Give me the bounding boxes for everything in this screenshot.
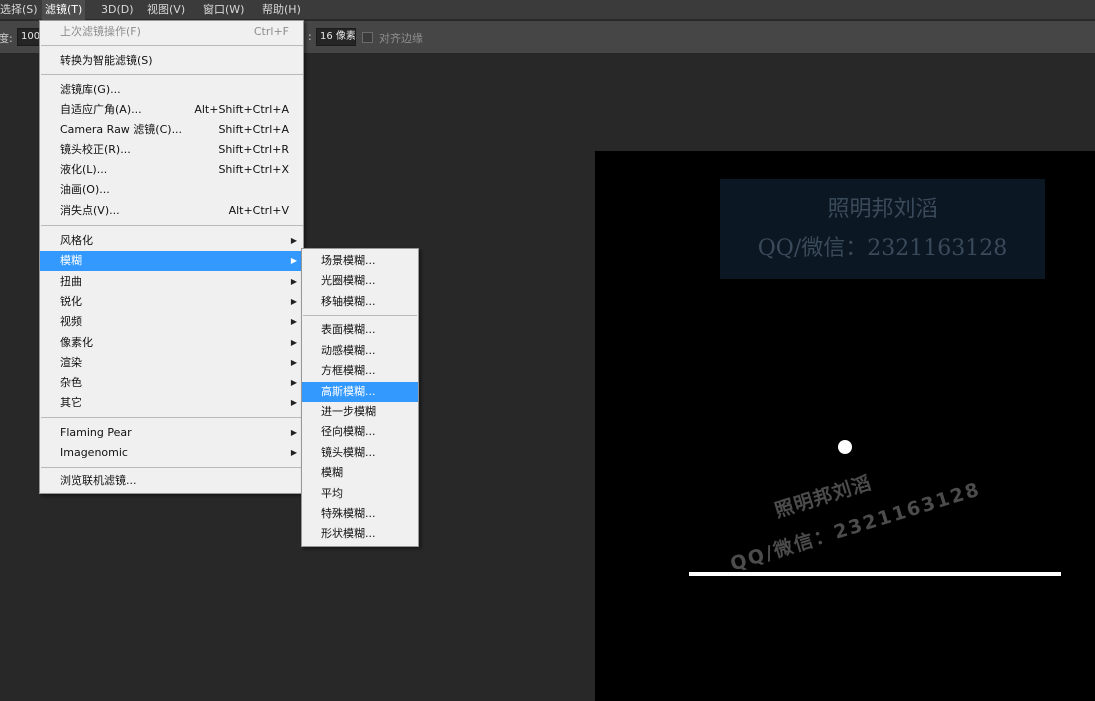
submenu-item-box-blur[interactable]: 方框模糊... — [302, 361, 418, 381]
white-dot — [838, 440, 852, 454]
menu-help[interactable]: 帮助(H) — [259, 0, 304, 20]
submenu-arrow-icon: ▶ — [290, 378, 297, 387]
submenu-item-blur-more[interactable]: 进一步模糊 — [302, 402, 418, 422]
submenu-item-shape-blur[interactable]: 形状模糊... — [302, 524, 418, 544]
menu-item-stylize[interactable]: 风格化 ▶ — [40, 231, 303, 251]
submenu-arrow-icon: ▶ — [290, 338, 297, 347]
submenu-item-radial-blur[interactable]: 径向模糊... — [302, 422, 418, 442]
menu-filter[interactable]: 滤镜(T) — [42, 0, 86, 20]
menu-separator — [41, 225, 303, 226]
submenu-arrow-icon: ▶ — [290, 277, 297, 286]
menu-item-blur[interactable]: 模糊 ▶ — [40, 251, 303, 271]
watermark-box: 照明邦刘滔 QQ/微信：2321163128 — [720, 179, 1045, 279]
menu-bar: 选择(S) 滤镜(T) 3D(D) 视图(V) 窗口(W) 帮助(H) — [0, 0, 1095, 20]
submenu-arrow-icon: ▶ — [290, 236, 297, 245]
menu-item-camera-raw[interactable]: Camera Raw 滤镜(C)... Shift+Ctrl+A — [40, 120, 303, 140]
menu-item-vanishing-point[interactable]: 消失点(V)... Alt+Ctrl+V — [40, 201, 303, 221]
menu-separator — [303, 315, 417, 316]
menu-item-browse-online-filters[interactable]: 浏览联机滤镜... — [40, 471, 303, 491]
submenu-arrow-icon: ▶ — [290, 398, 297, 407]
submenu-item-surface-blur[interactable]: 表面模糊... — [302, 320, 418, 340]
menu-view[interactable]: 视图(V) — [144, 0, 188, 20]
submenu-item-tilt-shift[interactable]: 移轴模糊... — [302, 292, 418, 312]
menu-3d[interactable]: 3D(D) — [98, 0, 137, 20]
watermark-contact: QQ/微信：2321163128 — [757, 236, 1008, 261]
submenu-item-average[interactable]: 平均 — [302, 484, 418, 504]
menu-item-adaptive-wide-angle[interactable]: 自适应广角(A)... Alt+Shift+Ctrl+A — [40, 100, 303, 120]
menu-separator — [41, 467, 303, 468]
submenu-arrow-icon: ▶ — [290, 428, 297, 437]
menu-item-render[interactable]: 渲染 ▶ — [40, 353, 303, 373]
menu-item-oil-paint[interactable]: 油画(O)... — [40, 180, 303, 200]
submenu-item-iris-blur[interactable]: 光圈模糊... — [302, 271, 418, 291]
menu-item-noise[interactable]: 杂色 ▶ — [40, 373, 303, 393]
rotated-watermark: 照明邦刘滔 QQ/微信：2321163128 — [710, 421, 1000, 631]
menu-item-distort[interactable]: 扭曲 ▶ — [40, 272, 303, 292]
submenu-item-field-blur[interactable]: 场景模糊... — [302, 251, 418, 271]
menu-item-lens-correction[interactable]: 镜头校正(R)... Shift+Ctrl+R — [40, 140, 303, 160]
menu-separator — [41, 74, 303, 75]
opacity-label: 度: — [0, 32, 13, 45]
opacity-field[interactable]: 100 — [17, 28, 41, 46]
submenu-arrow-icon: ▶ — [290, 358, 297, 367]
watermark-name: 照明邦刘滔 — [827, 197, 938, 222]
menu-item-convert-smart-filter[interactable]: 转换为智能滤镜(S) — [40, 51, 303, 71]
blur-submenu: 场景模糊... 光圈模糊... 移轴模糊... 表面模糊... 动感模糊... … — [301, 248, 419, 547]
submenu-arrow-icon: ▶ — [290, 256, 297, 265]
menu-separator — [41, 45, 303, 46]
submenu-arrow-icon: ▶ — [290, 448, 297, 457]
submenu-item-motion-blur[interactable]: 动感模糊... — [302, 341, 418, 361]
submenu-item-lens-blur[interactable]: 镜头模糊... — [302, 443, 418, 463]
submenu-arrow-icon: ▶ — [290, 317, 297, 326]
menu-item-flaming-pear[interactable]: Flaming Pear ▶ — [40, 423, 303, 443]
canvas-document[interactable]: 照明邦刘滔 QQ/微信：2321163128 照明邦刘滔 QQ/微信：23211… — [595, 151, 1095, 701]
menu-item-video[interactable]: 视频 ▶ — [40, 312, 303, 332]
menu-item-liquify[interactable]: 液化(L)... Shift+Ctrl+X — [40, 160, 303, 180]
submenu-item-smart-blur[interactable]: 特殊模糊... — [302, 504, 418, 524]
submenu-item-blur[interactable]: 模糊 — [302, 463, 418, 483]
sample-size-field[interactable]: 16 像素 — [316, 28, 356, 46]
filter-menu: 上次滤镜操作(F) Ctrl+F 转换为智能滤镜(S) 滤镜库(G)... 自适应… — [39, 20, 304, 494]
menu-item-filter-gallery[interactable]: 滤镜库(G)... — [40, 80, 303, 100]
menu-window[interactable]: 窗口(W) — [200, 0, 247, 20]
menu-item-pixelate[interactable]: 像素化 ▶ — [40, 333, 303, 353]
submenu-item-gaussian-blur[interactable]: 高斯模糊... — [302, 382, 418, 402]
menu-select[interactable]: 选择(S) — [0, 0, 41, 20]
menu-item-imagenomic[interactable]: Imagenomic ▶ — [40, 443, 303, 463]
menu-item-other[interactable]: 其它 ▶ — [40, 393, 303, 413]
menu-item-last-filter[interactable]: 上次滤镜操作(F) Ctrl+F — [40, 22, 303, 42]
menu-item-sharpen[interactable]: 锐化 ▶ — [40, 292, 303, 312]
menu-separator — [41, 417, 303, 418]
submenu-arrow-icon: ▶ — [290, 297, 297, 306]
align-edges-label: 对齐边缘 — [379, 32, 423, 45]
sample-size-label: : — [308, 30, 312, 43]
align-edges-checkbox[interactable] — [362, 32, 373, 43]
